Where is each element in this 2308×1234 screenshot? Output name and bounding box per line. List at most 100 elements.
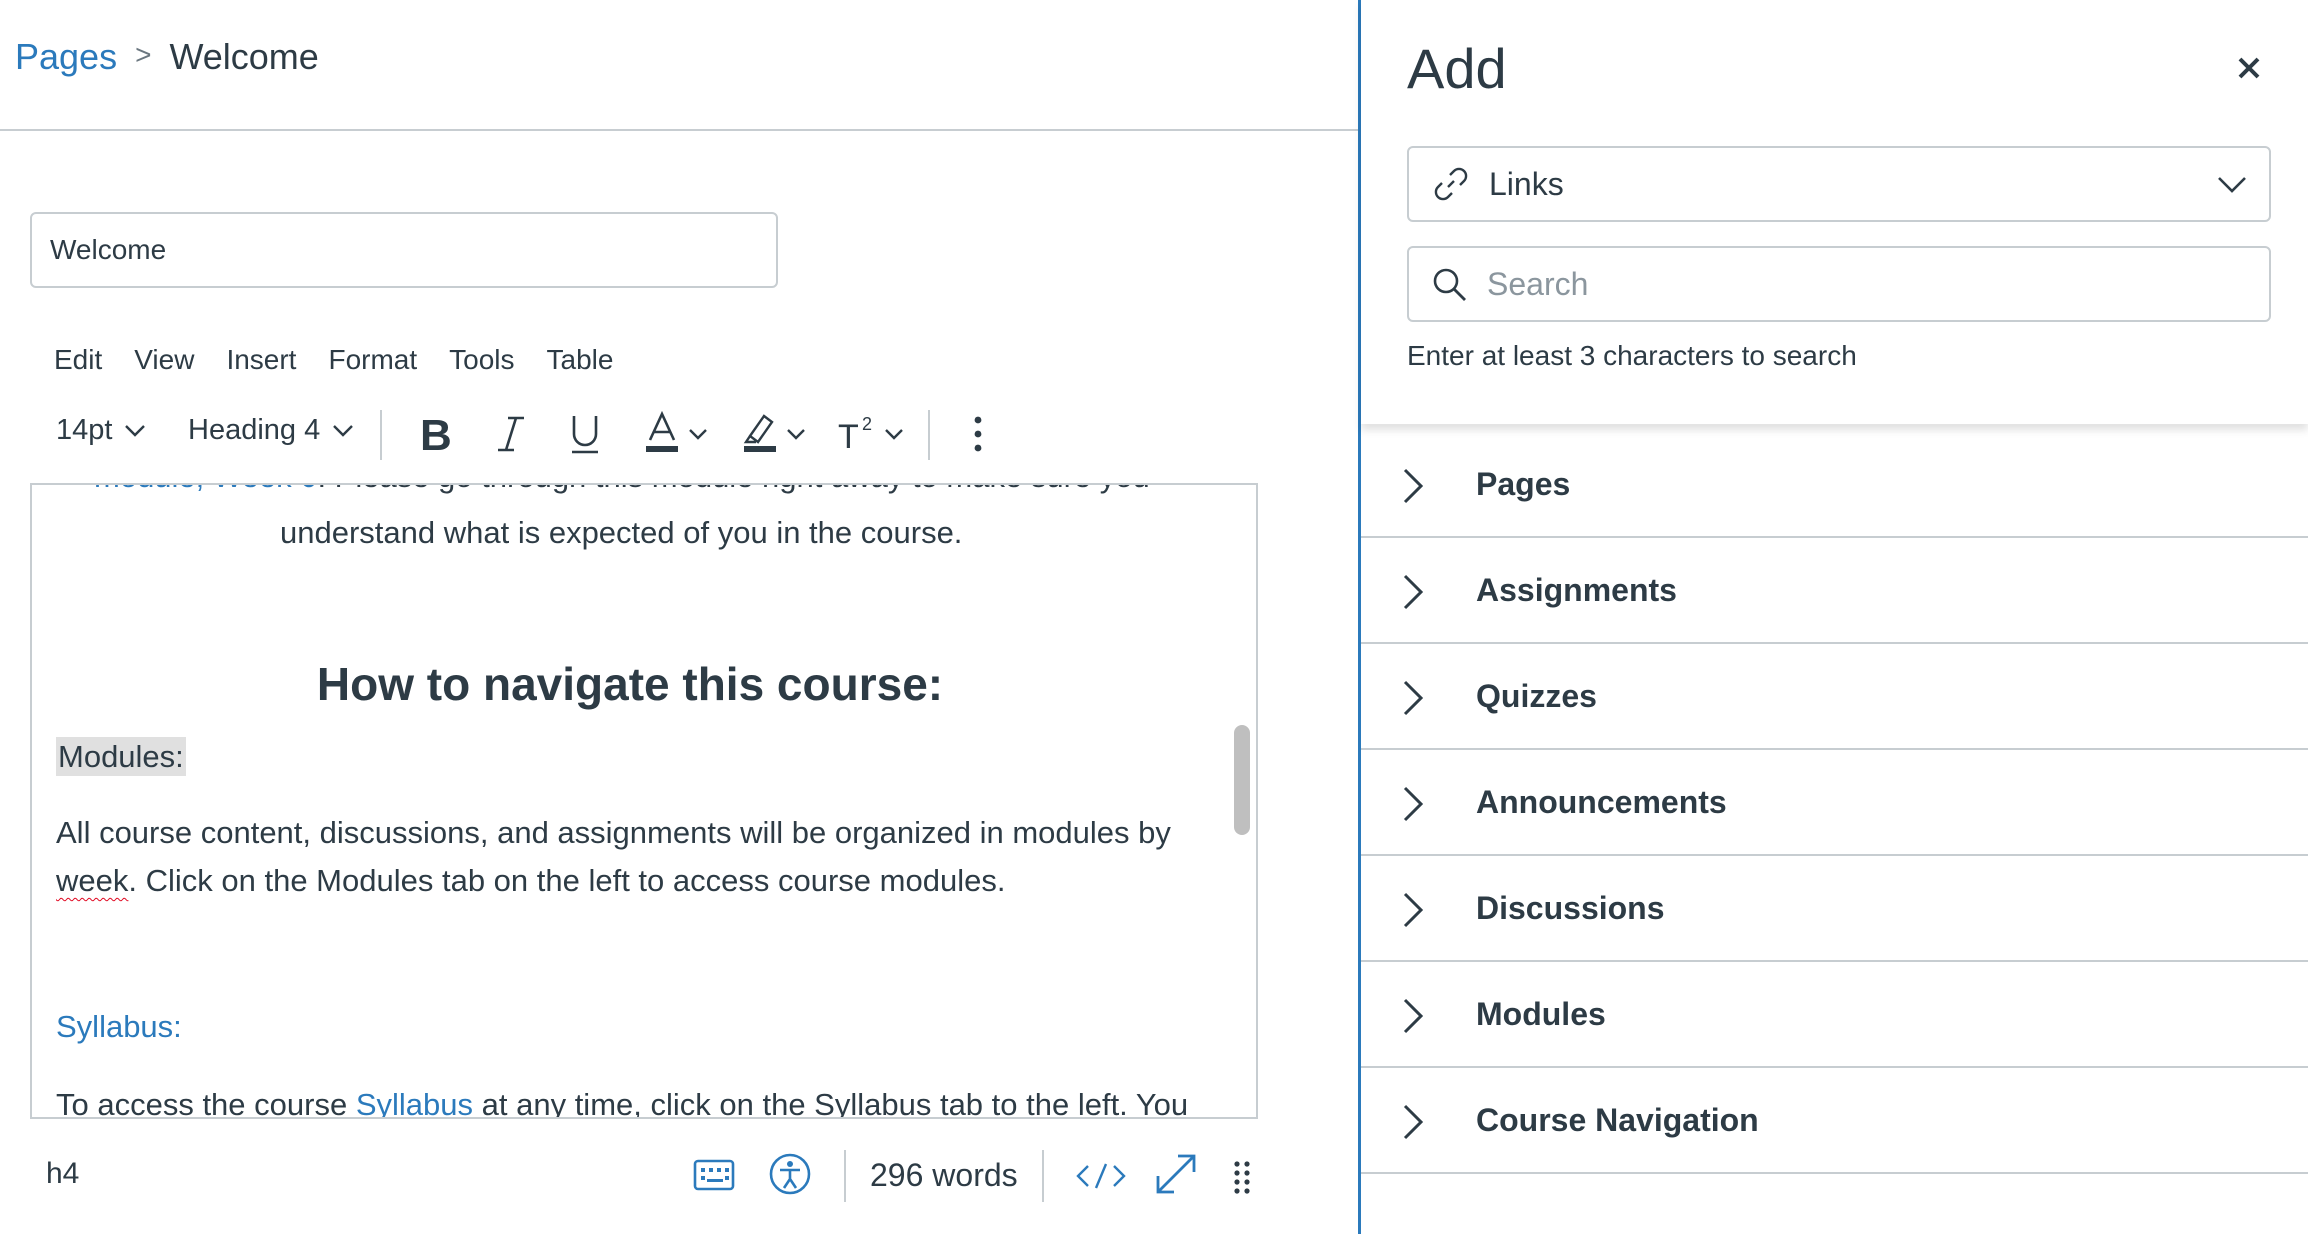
add-links-tray: Add Links Enter at least 3 characters to… — [1358, 0, 2308, 1234]
doc-modules-heading: Modules: — [56, 737, 186, 776]
section-label: Pages — [1476, 465, 1571, 502]
status-divider — [844, 1150, 846, 1202]
search-field[interactable] — [1407, 246, 2271, 322]
doc-paragraph-2: To access the course Syllabus at any tim… — [56, 1087, 1188, 1117]
menu-tools[interactable]: Tools — [435, 340, 528, 380]
font-size-select[interactable]: 14pt — [56, 414, 146, 447]
doc-paragraph-2-start: To access the course — [56, 1087, 356, 1117]
doc-syllabus-link[interactable]: Syllabus — [356, 1087, 473, 1117]
keyboard-shortcuts-button[interactable] — [692, 1155, 736, 1195]
html-editor-button[interactable] — [1076, 1162, 1126, 1190]
chevron-right-icon — [1403, 1104, 1424, 1140]
font-size-value: 14pt — [56, 414, 113, 446]
doc-syllabus-heading[interactable]: Syllabus: — [56, 1009, 182, 1045]
doc-paragraph-1-line-1: All course content, discussions, and ass… — [56, 815, 1171, 850]
code-icon — [1076, 1163, 1126, 1189]
chevron-down-icon — [885, 429, 903, 440]
modules-heading-text: Modules: — [56, 737, 186, 776]
search-hint: Enter at least 3 characters to search — [1407, 340, 1857, 371]
breadcrumb-pages-link[interactable]: Pages — [15, 36, 117, 78]
doc-paragraph-1-line-2: week. Click on the Modules tab on the le… — [56, 863, 1005, 899]
breadcrumb-separator: > — [135, 39, 152, 70]
block-format-select[interactable]: Heading 4 — [188, 414, 354, 447]
section-quizzes[interactable]: Quizzes — [1361, 644, 2308, 750]
section-announcements[interactable]: Announcements — [1361, 750, 2308, 856]
italic-button[interactable] — [496, 410, 526, 458]
breadcrumb-current: Welcome — [169, 36, 319, 77]
doc-paragraph-2-rest: at any time, click on the Syllabus tab t… — [473, 1087, 1189, 1117]
keyboard-icon — [693, 1159, 735, 1191]
svg-text:2: 2 — [862, 414, 872, 434]
word-count[interactable]: 296 words — [870, 1157, 1018, 1194]
section-course-navigation[interactable]: Course Navigation — [1361, 1068, 2308, 1174]
section-label: Discussions — [1476, 889, 1665, 926]
element-path[interactable]: h4 — [46, 1157, 79, 1191]
header-divider — [0, 129, 1358, 131]
bold-icon: B — [420, 411, 452, 458]
content-type-select[interactable]: Links — [1407, 146, 2271, 222]
status-divider — [1042, 1150, 1044, 1202]
svg-text:T: T — [838, 418, 859, 456]
bold-button[interactable]: B — [418, 410, 452, 458]
editor-scrollbar[interactable] — [1234, 725, 1250, 835]
breadcrumb: Pages > Welcome — [15, 36, 319, 78]
superscript-button[interactable]: T2 — [838, 410, 904, 458]
page-title-input[interactable] — [30, 212, 778, 288]
section-discussions[interactable]: Discussions — [1361, 856, 2308, 962]
italic-icon — [498, 416, 524, 452]
chevron-right-icon — [1403, 786, 1424, 822]
search-input[interactable] — [1487, 260, 2247, 308]
more-toolbar-button[interactable] — [972, 412, 984, 456]
accessibility-icon — [769, 1153, 811, 1195]
chevron-down-icon — [787, 429, 805, 440]
fullscreen-button[interactable] — [1154, 1152, 1198, 1196]
menu-table[interactable]: Table — [533, 340, 628, 380]
menu-format[interactable]: Format — [314, 340, 431, 380]
chevron-down-icon — [2218, 177, 2246, 193]
menu-view[interactable]: View — [120, 340, 208, 380]
section-label: Assignments — [1476, 571, 1677, 608]
highlight-icon — [743, 414, 776, 452]
more-vertical-icon — [974, 416, 982, 452]
toolbar-divider — [928, 410, 930, 460]
tray-header: Add Links Enter at least 3 characters to… — [1361, 0, 2308, 424]
doc-line-2: understand what is expected of you in th… — [280, 515, 963, 550]
doc-heading: How to navigate this course: — [316, 658, 944, 710]
link-icon — [1434, 167, 1468, 201]
section-assignments[interactable]: Assignments — [1361, 538, 2308, 644]
block-format-value: Heading 4 — [188, 414, 321, 446]
tray-title: Add — [1407, 37, 1507, 100]
section-label: Course Navigation — [1476, 1101, 1759, 1138]
underline-button[interactable] — [568, 410, 602, 458]
accessibility-checker-button[interactable] — [768, 1152, 812, 1196]
section-label: Quizzes — [1476, 677, 1597, 714]
close-icon — [2238, 57, 2260, 79]
text-color-icon — [646, 410, 678, 452]
chevron-down-icon — [689, 429, 707, 440]
section-modules[interactable]: Modules — [1361, 962, 2308, 1068]
toolbar-divider — [380, 410, 382, 460]
close-tray-button[interactable] — [2229, 48, 2269, 88]
page-editor: Pages > Welcome Edit View Insert Format … — [0, 0, 1358, 1234]
drag-handle-icon — [1234, 1161, 1250, 1194]
section-pages[interactable]: Pages — [1361, 432, 2308, 538]
chevron-right-icon — [1403, 998, 1424, 1034]
highlight-color-button[interactable] — [742, 410, 806, 458]
chevron-right-icon — [1403, 574, 1424, 610]
menu-edit[interactable]: Edit — [40, 340, 116, 380]
resize-handle[interactable] — [1234, 1160, 1250, 1196]
content-type-value: Links — [1489, 165, 1564, 202]
menu-insert[interactable]: Insert — [212, 340, 310, 380]
editor-menubar: Edit View Insert Format Tools Table — [40, 340, 627, 380]
doc-week0-link[interactable]: module, Week 0 — [94, 485, 317, 494]
link-sections-list: Pages Assignments Quizzes Announcements … — [1361, 432, 2308, 1174]
chevron-right-icon — [1403, 680, 1424, 716]
rich-content-editor[interactable]: module, Week 0. Please go through this m… — [30, 483, 1258, 1119]
text-color-button[interactable] — [644, 410, 708, 458]
underline-icon — [572, 416, 598, 454]
editor-document[interactable]: module, Week 0. Please go through this m… — [32, 485, 1222, 1117]
chevron-right-icon — [1403, 892, 1424, 928]
chevron-down-icon — [333, 424, 354, 437]
section-label: Announcements — [1476, 783, 1727, 820]
misspelled-word: week — [56, 863, 129, 898]
